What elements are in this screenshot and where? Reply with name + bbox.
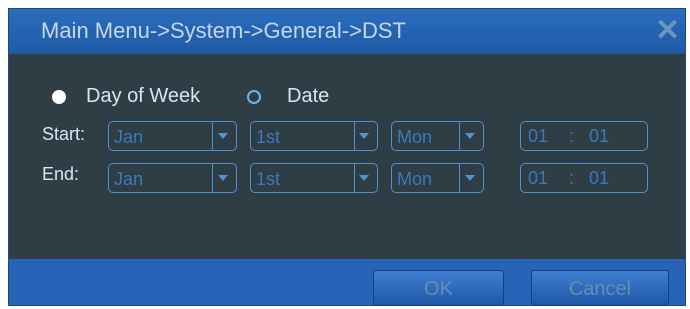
date-label: Date — [287, 85, 330, 107]
chevron-down-icon — [218, 133, 228, 139]
end-month-select[interactable]: Jan — [108, 163, 237, 193]
start-weekday-select[interactable]: Mon — [391, 121, 484, 151]
start-weekday-value: Mon — [397, 127, 433, 147]
start-hour: 01 — [528, 126, 549, 146]
start-ordinal-value: 1st — [256, 127, 281, 147]
end-time-separator: : — [569, 168, 575, 188]
ok-button[interactable]: OK — [373, 270, 504, 306]
start-time-separator: : — [569, 126, 575, 146]
end-month-value: Jan — [114, 169, 144, 189]
start-time-input[interactable]: 01 : 01 — [520, 121, 648, 151]
end-minute: 01 — [589, 168, 610, 188]
end-weekday-select[interactable]: Mon — [391, 163, 484, 193]
start-month-select[interactable]: Jan — [108, 121, 237, 151]
dst-dialog: Main Menu->System->General->DST ✕ Day of… — [8, 8, 686, 306]
cancel-button[interactable]: Cancel — [531, 270, 669, 306]
end-label: End: — [42, 164, 80, 184]
end-ordinal-value: 1st — [256, 169, 281, 189]
radio-date[interactable] — [247, 90, 261, 104]
end-time-input[interactable]: 01 : 01 — [520, 163, 648, 193]
title-bar: Main Menu->System->General->DST ✕ — [9, 9, 685, 54]
day-of-week-label: Day of Week — [86, 85, 201, 107]
start-label: Start: — [42, 124, 86, 144]
start-minute: 01 — [589, 126, 610, 146]
close-icon[interactable]: ✕ — [655, 16, 680, 46]
chevron-down-icon — [359, 175, 369, 181]
chevron-down-icon — [359, 133, 369, 139]
radio-day-of-week[interactable] — [52, 90, 66, 104]
end-hour: 01 — [528, 168, 549, 188]
end-weekday-value: Mon — [397, 169, 433, 189]
start-month-value: Jan — [114, 127, 144, 147]
chevron-down-icon — [465, 133, 475, 139]
chevron-down-icon — [465, 175, 475, 181]
chevron-down-icon — [218, 175, 228, 181]
start-ordinal-select[interactable]: 1st — [250, 121, 378, 151]
dialog-title: Main Menu->System->General->DST — [41, 18, 406, 43]
end-ordinal-select[interactable]: 1st — [250, 163, 378, 193]
